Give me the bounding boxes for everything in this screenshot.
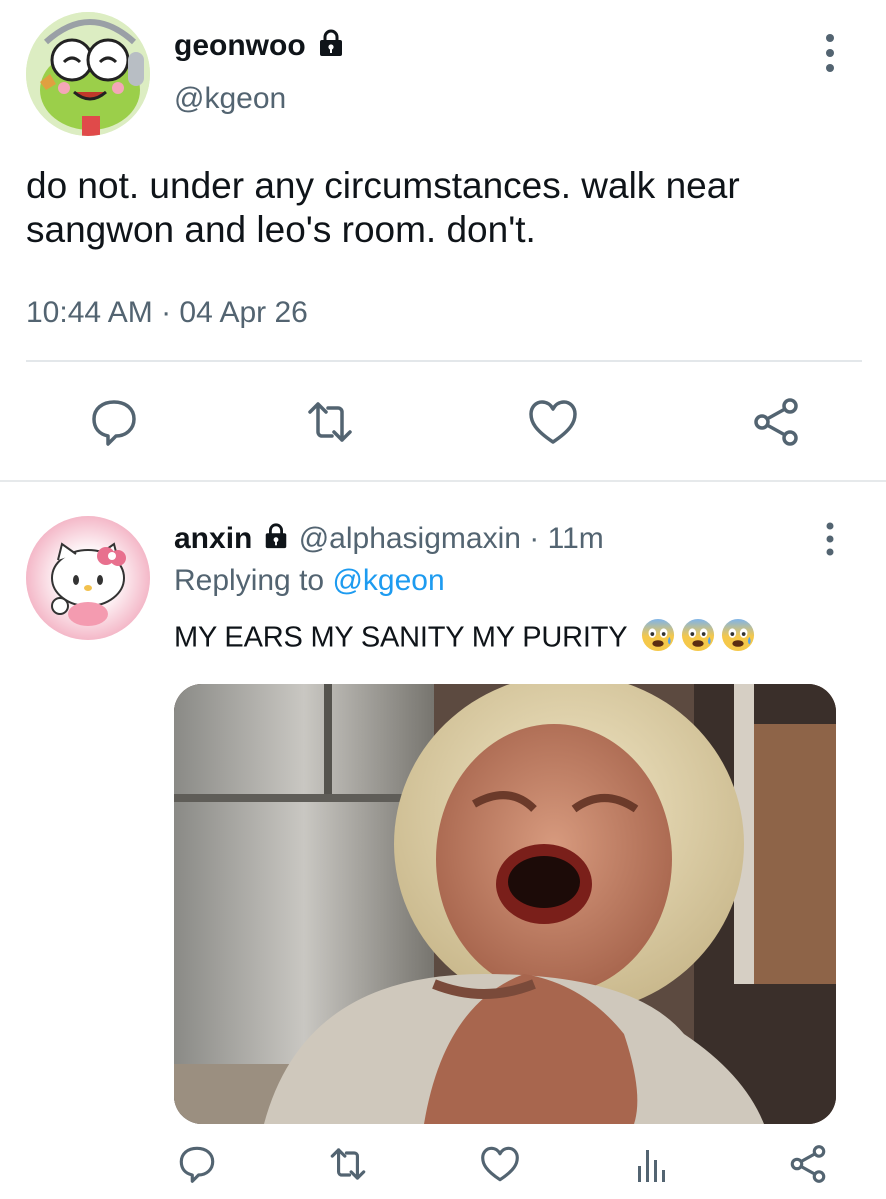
- crying-woman-photo: [174, 684, 836, 1124]
- like-button[interactable]: [525, 394, 581, 450]
- like-button[interactable]: [478, 1142, 522, 1186]
- reply-icon: [92, 400, 136, 446]
- more-options-icon[interactable]: [818, 520, 842, 560]
- share-button[interactable]: [786, 1142, 830, 1186]
- divider: [0, 480, 886, 482]
- analytics-icon: [638, 1150, 665, 1182]
- fearful-face-emoji: [681, 618, 715, 660]
- reply-icon: [179, 1146, 215, 1183]
- kitty-avatar-illustration: [26, 516, 150, 640]
- share-icon: [754, 398, 798, 446]
- avatar[interactable]: [26, 516, 150, 640]
- analytics-button[interactable]: [630, 1142, 674, 1186]
- timestamp[interactable]: 10:44 AM · 04 Apr 26: [26, 296, 308, 330]
- avatar[interactable]: [26, 12, 150, 136]
- reply-header: anxin @alphasigmaxin · 11m: [174, 522, 604, 558]
- fearful-face-emoji: [641, 618, 675, 660]
- media-image[interactable]: [174, 684, 836, 1124]
- handle[interactable]: @alphasigmaxin: [299, 522, 521, 555]
- mention-link[interactable]: @kgeon: [332, 564, 444, 597]
- frog-avatar-illustration: [26, 12, 150, 136]
- display-name[interactable]: anxin: [174, 522, 252, 555]
- handle[interactable]: @kgeon: [174, 82, 286, 116]
- divider: [26, 360, 862, 362]
- lock-icon: [316, 28, 346, 66]
- more-options-icon[interactable]: [818, 30, 842, 76]
- tweet-text: do not. under any circumstances. walk ne…: [26, 165, 740, 250]
- replying-to: Replying to @kgeon: [174, 564, 445, 598]
- share-icon: [790, 1145, 826, 1183]
- separator: ·: [529, 522, 540, 555]
- like-icon: [481, 1146, 519, 1182]
- share-button[interactable]: [748, 394, 804, 450]
- like-icon: [529, 400, 577, 444]
- retweet-button[interactable]: [326, 1142, 370, 1186]
- retweet-icon: [330, 1148, 366, 1180]
- tweet-text: MY EARS MY SANITY MY PURITY: [174, 618, 755, 660]
- replying-to-label: Replying to: [174, 564, 325, 597]
- tweet-text-content: MY EARS MY SANITY MY PURITY: [174, 621, 627, 654]
- retweet-button[interactable]: [302, 394, 358, 450]
- reply-button[interactable]: [175, 1142, 219, 1186]
- reply-button[interactable]: [86, 394, 142, 450]
- retweet-icon: [308, 402, 352, 442]
- lock-icon: [262, 522, 290, 558]
- display-name-text: geonwoo: [174, 28, 306, 62]
- fearful-face-emoji: [721, 618, 755, 660]
- display-name[interactable]: geonwoo: [174, 28, 346, 66]
- timestamp[interactable]: 11m: [548, 522, 604, 555]
